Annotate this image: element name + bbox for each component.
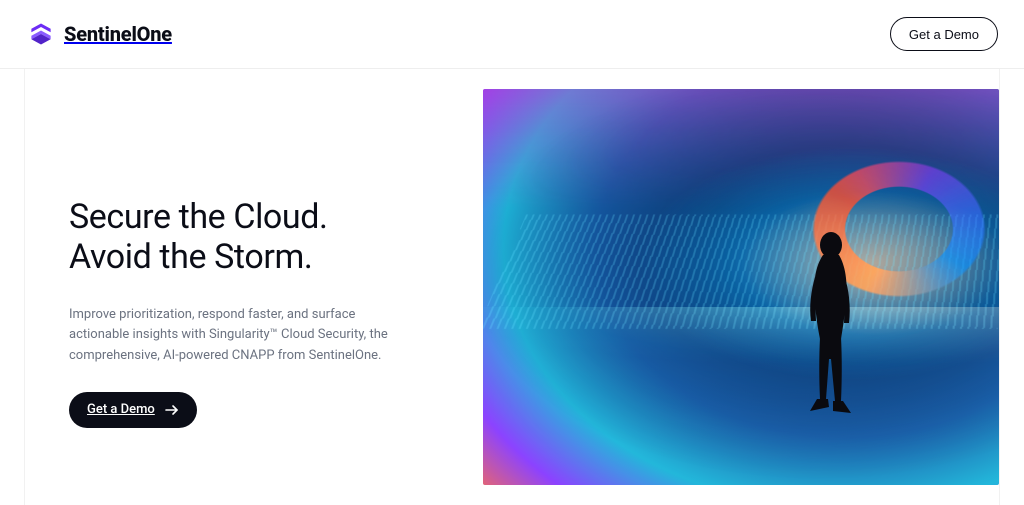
hero-copy: Secure the Cloud. Avoid the Storm. Impro… bbox=[25, 69, 483, 505]
hero-cta-label: Get a Demo bbox=[87, 402, 155, 417]
hero-headline-line-2: Avoid the Storm. bbox=[69, 237, 312, 277]
site-header: SentinelOne Get a Demo bbox=[0, 0, 1024, 68]
hero-image-person-silhouette bbox=[795, 229, 865, 449]
brand-logo-icon bbox=[26, 20, 56, 48]
hero-image-floor-reflection bbox=[483, 307, 999, 485]
arrow-right-icon bbox=[165, 404, 179, 416]
hero: Secure the Cloud. Avoid the Storm. Impro… bbox=[0, 68, 1024, 505]
brand[interactable]: SentinelOne bbox=[26, 20, 172, 48]
hero-get-demo-button[interactable]: Get a Demo bbox=[69, 392, 197, 428]
hero-headline: Secure the Cloud. Avoid the Storm. bbox=[69, 197, 463, 277]
hero-inner: Secure the Cloud. Avoid the Storm. Impro… bbox=[24, 69, 1000, 505]
header-get-demo-button[interactable]: Get a Demo bbox=[890, 17, 998, 51]
hero-image bbox=[483, 89, 999, 485]
hero-headline-line-1: Secure the Cloud. bbox=[69, 197, 328, 237]
hero-subhead: Improve prioritization, respond faster, … bbox=[69, 305, 409, 365]
hero-visual bbox=[483, 69, 999, 505]
header-cta-label: Get a Demo bbox=[909, 27, 979, 42]
brand-wordmark: SentinelOne bbox=[64, 22, 172, 46]
